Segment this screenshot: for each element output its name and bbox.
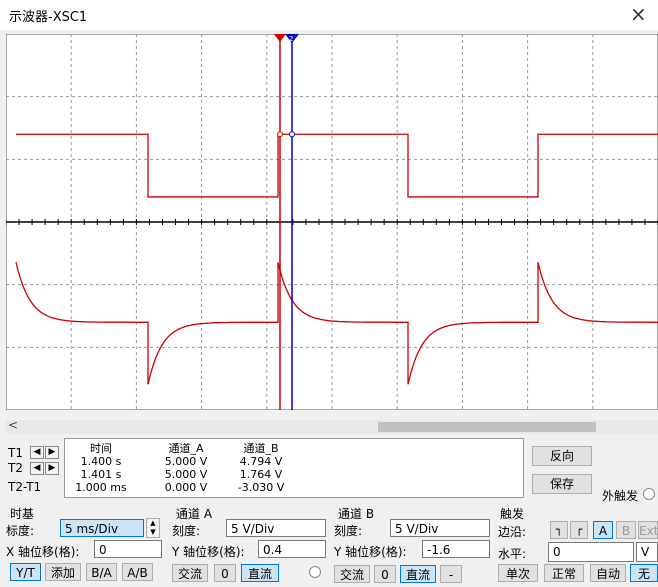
- timebase-xpos-field[interactable]: 0: [94, 540, 162, 558]
- readout-col-channel-a: 通道_A 5.000 V 5.000 V 0.000 V: [150, 442, 222, 494]
- channel-b-dc-button[interactable]: 直流: [400, 565, 436, 583]
- channel-b-ypos-field[interactable]: -1.6: [422, 540, 490, 558]
- readout-t2-time: 1.401 s: [80, 468, 122, 481]
- channel-a-ac-button[interactable]: 交流: [172, 564, 208, 582]
- channel-a-radio-icon[interactable]: [309, 566, 321, 578]
- t2-left-arrow-icon[interactable]: ◀: [30, 462, 44, 475]
- channel-a-zero-button[interactable]: 0: [214, 564, 236, 582]
- scroll-left-icon[interactable]: <: [8, 418, 18, 432]
- channel-a-ypos-field[interactable]: 0.4: [258, 540, 326, 558]
- trigger-source-ext-button[interactable]: Ext: [638, 521, 658, 539]
- mode-yt-button[interactable]: Y/T: [10, 563, 41, 581]
- t1-right-arrow-icon[interactable]: ▶: [45, 446, 59, 459]
- timebase-scale-field[interactable]: 5 ms/Div: [60, 519, 144, 537]
- cursor-t2-marker: 2: [289, 35, 293, 43]
- readout-diff-time: 1.000 ms: [75, 481, 127, 494]
- horizontal-scrollbar[interactable]: <: [6, 418, 658, 434]
- timebase-scale-label: 标度:: [6, 524, 35, 538]
- trigger-source-a-button[interactable]: A: [593, 521, 613, 539]
- cursor-t2-point: [289, 131, 295, 138]
- mode-ab-button[interactable]: A/B: [122, 563, 153, 581]
- readout-t2-channel-a: 5.000 V: [164, 468, 208, 481]
- t2-right-arrow-icon[interactable]: ▶: [45, 462, 59, 475]
- readout-t2-channel-b: 1.764 V: [239, 468, 283, 481]
- trigger-edge-label: 边沿:: [498, 525, 527, 539]
- trigger-level-field[interactable]: 0: [548, 542, 634, 562]
- cursor-readout: 时间 1.400 s 1.401 s 1.000 ms 通道_A 5.000 V…: [64, 438, 524, 498]
- readout-header-channel-b: 通道_B: [243, 442, 279, 455]
- channel-a-ypos-label: Y 轴位移(格):: [172, 545, 245, 559]
- channel-b-scale-field[interactable]: 5 V/Div: [390, 519, 490, 537]
- readout-diff-channel-a: 0.000 V: [164, 481, 208, 494]
- trigger-auto-button[interactable]: 自动: [590, 564, 626, 582]
- falling-edge-icon[interactable]: ┌: [570, 521, 588, 539]
- readout-col-time: 时间 1.400 s 1.401 s 1.000 ms: [65, 442, 137, 494]
- cursor-t1-point: [277, 131, 283, 138]
- t2-t1-label: T2-T1: [8, 480, 42, 494]
- window-title: 示波器-XSC1: [9, 10, 88, 25]
- timebase-xpos-label: X 轴位移(格):: [6, 545, 80, 559]
- readout-t1-time: 1.400 s: [80, 455, 122, 468]
- t1-label: T1: [8, 446, 23, 460]
- channel-b-minus-button[interactable]: -: [440, 565, 462, 583]
- trigger-single-button[interactable]: 单次: [498, 564, 538, 582]
- save-button[interactable]: 保存: [532, 474, 592, 494]
- scroll-thumb[interactable]: [378, 422, 596, 432]
- timebase-scale-spinner[interactable]: ▲ ▼: [146, 518, 160, 538]
- readout-col-channel-b: 通道_B 4.794 V 1.764 V -3.030 V: [225, 442, 297, 494]
- trigger-level-label: 水平:: [498, 547, 527, 561]
- title-bar: 示波器-XSC1 ×: [0, 0, 658, 30]
- rising-edge-icon[interactable]: ┐: [550, 521, 568, 539]
- close-icon[interactable]: ×: [630, 2, 647, 26]
- channel-b-zero-button[interactable]: 0: [374, 565, 396, 583]
- readout-header-channel-a: 通道_A: [168, 442, 204, 455]
- t1-left-arrow-icon[interactable]: ◀: [30, 446, 44, 459]
- readout-diff-channel-b: -3.030 V: [237, 481, 285, 494]
- trigger-normal-button[interactable]: 正常: [544, 564, 584, 582]
- readout-t1-channel-a: 5.000 V: [164, 455, 208, 468]
- channel-a-scale-field[interactable]: 5 V/Div: [226, 519, 326, 537]
- channel-a-dc-button[interactable]: 直流: [241, 564, 279, 582]
- channel-a-title: 通道 A: [176, 507, 213, 521]
- trigger-source-b-button[interactable]: B: [616, 521, 636, 539]
- trigger-title: 触发: [500, 507, 525, 521]
- channel-b-ac-button[interactable]: 交流: [334, 565, 370, 583]
- scope-display: 2: [6, 34, 658, 410]
- timebase-title: 时基: [10, 507, 35, 521]
- t2-label: T2: [8, 461, 23, 475]
- mode-ba-button[interactable]: B/A: [86, 563, 117, 581]
- channel-b-scale-label: 刻度:: [334, 524, 363, 538]
- trigger-level-unit[interactable]: V: [636, 542, 658, 562]
- trigger-none-button[interactable]: 无: [630, 564, 658, 582]
- ext-trigger-label: 外触发: [602, 489, 639, 503]
- readout-header-time: 时间: [90, 442, 112, 455]
- channel-b-title: 通道 B: [338, 507, 375, 521]
- ext-trigger-radio-icon[interactable]: [643, 488, 655, 500]
- mode-add-button[interactable]: 添加: [45, 563, 81, 581]
- reverse-button[interactable]: 反向: [532, 446, 592, 466]
- channel-b-ypos-label: Y 轴位移(格):: [334, 545, 407, 559]
- readout-t1-channel-b: 4.794 V: [239, 455, 283, 468]
- channel-a-scale-label: 刻度:: [172, 524, 201, 538]
